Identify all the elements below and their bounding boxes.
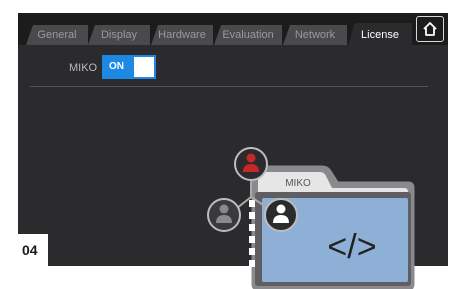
tab-display[interactable]: Display xyxy=(88,25,150,45)
tab-license-label: License xyxy=(361,29,399,41)
tab-display-label: Display xyxy=(100,29,138,41)
miko-toggle[interactable]: ON xyxy=(102,55,156,79)
home-button[interactable] xyxy=(416,16,444,42)
tab-license[interactable]: License xyxy=(348,23,412,45)
tab-evaluation-label: Evaluation xyxy=(222,29,274,41)
tab-network-label: Network xyxy=(294,29,336,41)
tab-general[interactable]: General xyxy=(26,25,88,45)
tab-network[interactable]: Network xyxy=(283,25,347,45)
tab-hardware[interactable]: Hardware xyxy=(151,25,213,45)
license-screen: General Display Hardware Evaluation Netw… xyxy=(18,13,448,266)
tab-general-label: General xyxy=(37,29,77,41)
tab-hardware-label: Hardware xyxy=(158,29,206,41)
toggle-knob xyxy=(134,57,154,77)
figure-number: 04 xyxy=(22,242,38,258)
home-icon xyxy=(423,22,437,36)
figure-number-tag: 04 xyxy=(18,234,48,266)
toggle-state-label: ON xyxy=(109,61,124,72)
tab-bar: General Display Hardware Evaluation Netw… xyxy=(18,13,448,45)
tab-evaluation[interactable]: Evaluation xyxy=(214,25,282,45)
miko-setting-label: MIKO xyxy=(69,62,98,74)
divider xyxy=(30,86,428,87)
